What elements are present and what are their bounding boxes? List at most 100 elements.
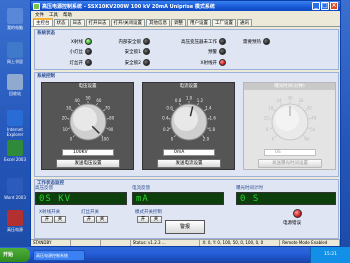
knob-value-input[interactable]: 100KV (62, 149, 114, 156)
knob-tick-label: 40 (75, 98, 81, 103)
knob-value-input[interactable]: 0mA (163, 149, 215, 156)
switch-on-button[interactable]: 开 (41, 216, 53, 223)
maximize-button[interactable]: □ (321, 2, 329, 10)
desktop-icon-label: Excel 2003 (3, 157, 27, 162)
send-setting-button[interactable]: 发送电流设置 (157, 159, 221, 168)
alarm-button[interactable]: 警报 (165, 220, 205, 234)
desktop-icon[interactable]: 网上邻居 (2, 42, 28, 64)
knob-tick-label: 1.0 (186, 96, 193, 101)
knob-tick (72, 135, 75, 138)
desktop-icon-image (7, 8, 23, 24)
indicator-label: 小灯丝 (69, 49, 84, 55)
switch-off-button[interactable]: 关 (150, 216, 162, 223)
desktop-icon[interactable]: Internet Explorer (2, 110, 28, 137)
switch-on-button[interactable]: 开 (137, 216, 149, 223)
status-bar-field (71, 240, 101, 246)
switch-label: X射线开关 (39, 210, 61, 215)
tab-1[interactable]: 状态 (53, 19, 69, 26)
knob-tick (179, 103, 181, 106)
desktop-icon[interactable]: Word 2003 (2, 178, 28, 200)
exposure-timer-display: 0 S (236, 192, 336, 205)
switch-group: 开关 (83, 216, 108, 223)
tab-0[interactable]: 主控台 (33, 18, 53, 26)
desktop-icon-image (7, 110, 23, 126)
system-status-panel: 系统状态 X射线 内部安全锁 高压变压器未工作 需要预热 小灯丝 安全锁1 预警 灯丝开 安全锁… (34, 29, 339, 70)
knob-value-input[interactable]: 0S (264, 149, 316, 156)
switch-on-button[interactable]: 开 (83, 216, 95, 223)
desktop-icon[interactable]: Excel 2003 (2, 140, 28, 162)
menu-help[interactable]: 帮助 (63, 12, 72, 18)
menu-file[interactable]: 文件 (35, 12, 44, 18)
knob-dial[interactable]: 06 12 1824 30 3642 48 5460 (244, 90, 337, 148)
knob-tick-label: 1.6 (210, 116, 217, 121)
power-error-label: 电源错误 (283, 221, 301, 226)
knob-tick (70, 109, 73, 112)
desktop-icon-image (7, 178, 23, 194)
status-bar-field (101, 240, 131, 246)
knob-tick (67, 127, 71, 129)
desktop-icon-image (7, 140, 23, 156)
status-indicator: 灯丝开 (45, 59, 92, 66)
tab-8[interactable]: 工厂设置 (212, 19, 237, 26)
knob-tick-label: 60 (96, 98, 102, 103)
start-button[interactable]: 开始 (0, 248, 30, 262)
tab-2[interactable]: 日志 (69, 19, 85, 26)
send-setting-button[interactable]: 发送电压设置 (56, 159, 120, 168)
indicator-label: 内部安全锁 (118, 39, 142, 45)
tab-6[interactable]: 调整 (171, 19, 187, 26)
app-icon (33, 2, 40, 10)
knob-tick-label: 20 (62, 116, 68, 121)
close-button[interactable]: × (330, 2, 338, 10)
knob-tick-label: 100 (101, 136, 109, 141)
tab-7[interactable]: 用户设置 (187, 19, 212, 26)
knob-tick (78, 103, 80, 106)
switch-off-button[interactable]: 关 (96, 216, 108, 223)
menu-tools[interactable]: 工具 (49, 12, 58, 18)
voltage-feedback-display: 0S KV (35, 192, 127, 205)
desktop-icon-label: 网上邻居 (7, 59, 23, 64)
status-bar-field: Status: v1.2.3 ... (131, 240, 201, 246)
knob-tick-label: 50 (85, 96, 91, 101)
knob-dial[interactable]: 00.2 0.4 0.60.8 1.0 1.21.4 1.6 1.8 2.0 (143, 90, 236, 148)
tab-9[interactable]: 通讯 (237, 19, 253, 26)
indicator-led (263, 38, 270, 45)
status-indicator: 预警 (135, 48, 226, 55)
desktop-icon[interactable]: 高压电源 (2, 210, 28, 232)
switch-label: 模式开关控制 (135, 210, 162, 215)
knob-tick-label: 24 (277, 98, 283, 103)
desktop-icon-label: 回收站 (9, 91, 21, 96)
knob-tick-label: 70 (105, 105, 111, 110)
minimize-button[interactable]: _ (312, 2, 320, 10)
switch-off-button[interactable]: 关 (54, 216, 66, 223)
taskbar: 开始 高压电源控制系统 15:21 (0, 247, 350, 263)
desktop-icon[interactable]: 我的电脑 (2, 8, 28, 30)
exposure-timer-label: 曝光时间计时 (236, 186, 263, 191)
knob-highlight (174, 107, 198, 131)
switch-group: 开关 (137, 216, 162, 223)
indicator-label: X射线 (70, 39, 83, 45)
knob-tick-label: 36 (298, 98, 304, 103)
title-bar[interactable]: 高压电源控制系统 - SSX10KV200W 100 kV 20mA Unipr… (31, 1, 340, 11)
indicator-label: 预警 (208, 49, 217, 55)
desktop-icon-label: Internet Explorer (6, 127, 24, 137)
send-setting-button[interactable]: 发送曝光时间设置 (258, 159, 322, 168)
switch-label: 灯丝开关 (81, 210, 99, 215)
knob-dial[interactable]: 010 20 3040 50 6070 80 90 100 (42, 90, 135, 148)
taskbar-app-item[interactable]: 高压电源控制系统 (33, 249, 85, 261)
knob-tick-label: 54 (310, 127, 316, 132)
tab-4[interactable]: 打开/关闭设置 (110, 19, 146, 26)
knob-tick-label: 12 (264, 116, 270, 121)
tab-3[interactable]: 打开日志 (85, 19, 110, 26)
status-bar-field: STANDBY (31, 240, 71, 246)
desktop-icon[interactable]: 回收站 (2, 74, 28, 96)
indicator-label: 安全锁1 (124, 49, 141, 55)
control-section-label: 系统控制 (37, 74, 55, 79)
current-feedback-label: 电流反馈 (132, 186, 150, 191)
desktop-icon-image (7, 74, 23, 90)
knob-tick-label: 0 (70, 136, 73, 141)
knob-tick-label: 30 (66, 105, 72, 110)
tab-5[interactable]: 其他信息 (146, 19, 171, 26)
knob-tick-label: 0.6 (166, 105, 173, 110)
indicator-label: 需要预热 (243, 39, 261, 45)
knob-tick (272, 109, 275, 112)
